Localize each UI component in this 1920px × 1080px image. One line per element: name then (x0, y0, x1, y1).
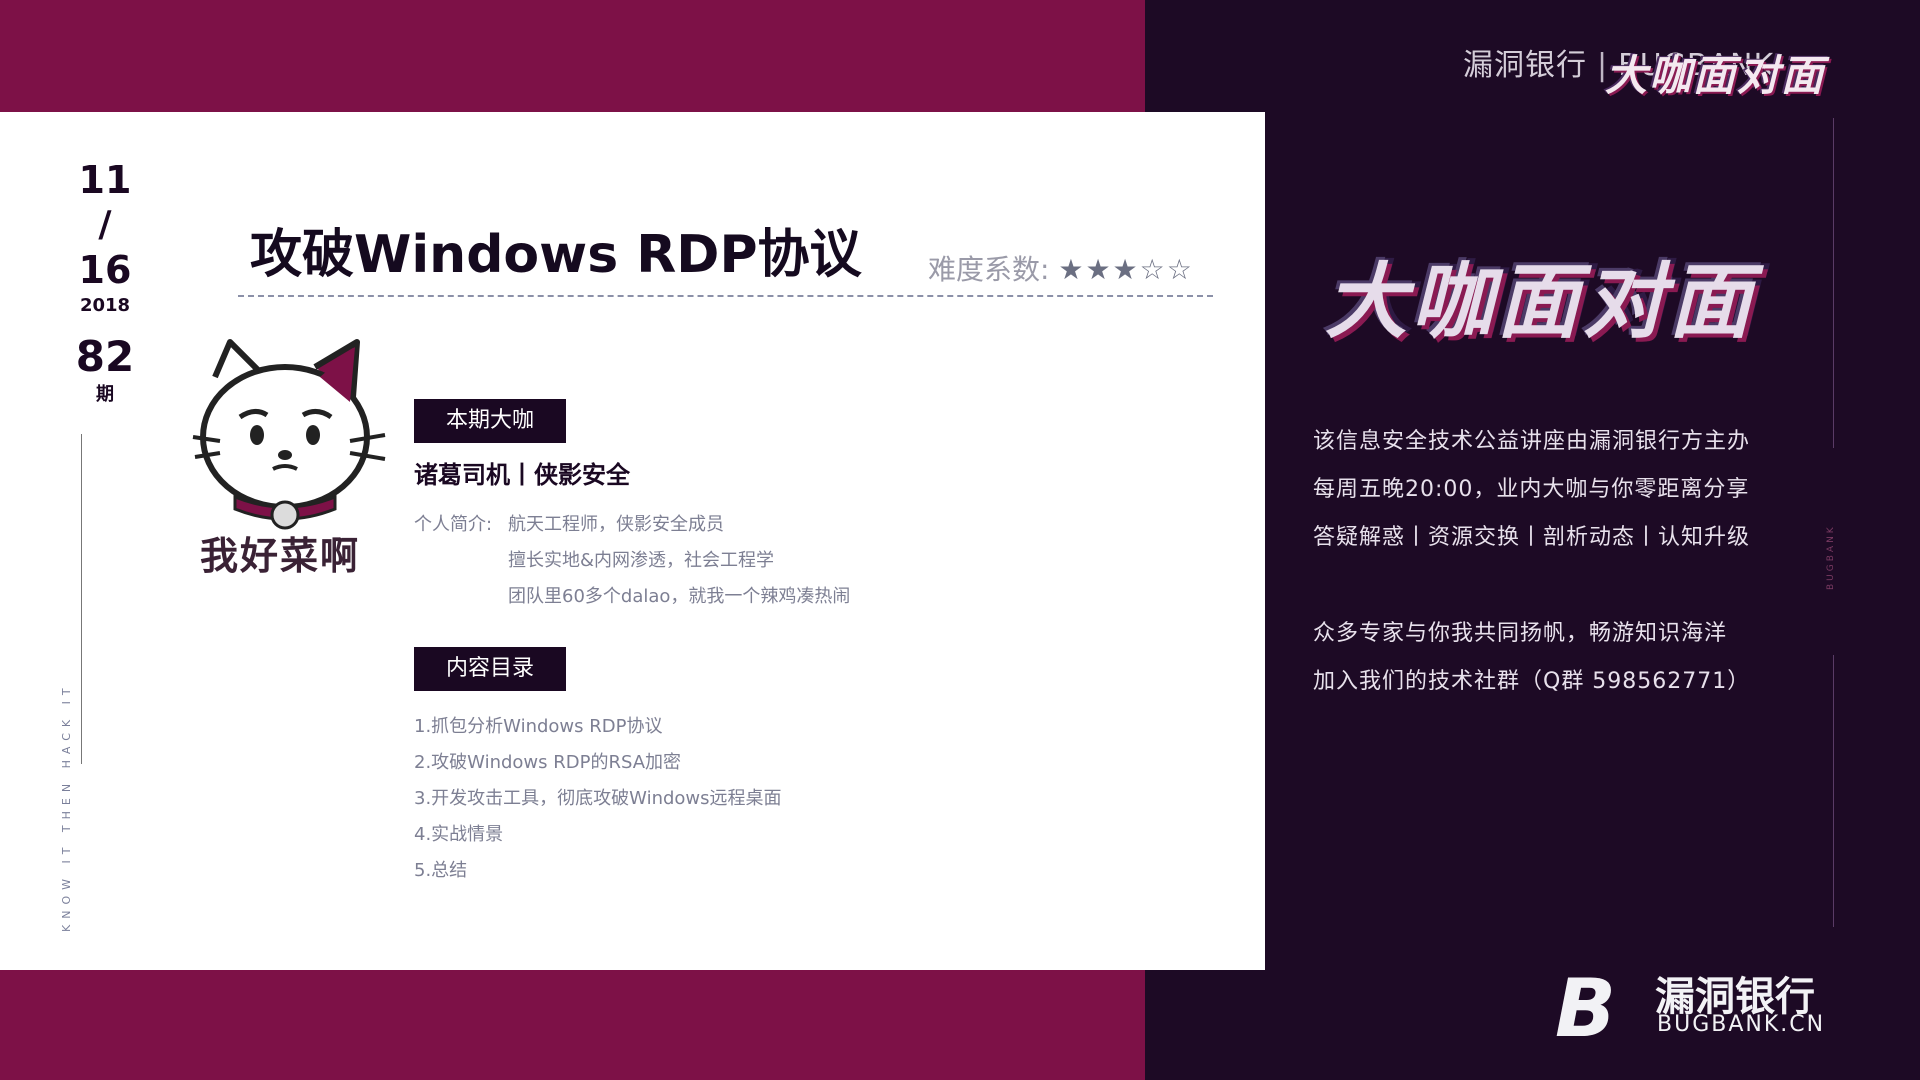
bio-row: 擅长实地&内网渗透，社会工程学 (414, 543, 850, 579)
info-line: 每周五晚20:00，业内大咖与你零距离分享 (1313, 477, 1750, 502)
toc-item: 2.攻破Windows RDP的RSA加密 (414, 752, 682, 773)
toc-item: 3.开发攻击工具，彻底攻破Windows远程桌面 (414, 788, 782, 809)
info-line: 该信息安全技术公益讲座由漏洞银行方主办 (1313, 429, 1751, 454)
guest-bio: 个人简介: 航天工程师，侠影安全成员 擅长实地&内网渗透，社会工程学 团队里60多… (414, 507, 850, 615)
issue-number: 82 (75, 332, 135, 381)
guest-name: 诸葛司机丨侠影安全 (414, 461, 630, 489)
date-month: 11 (78, 158, 132, 202)
issue-label: 期 (96, 384, 114, 405)
page-title: 攻破Windows RDP协议 (250, 225, 862, 285)
event-info: 该信息安全技术公益讲座由漏洞银行方主办 每周五晚20:00，业内大咖与你零距离分… (1313, 418, 1750, 706)
difficulty-label: 难度系数: (928, 253, 1050, 286)
guest-tag: 本期大咖 (414, 399, 566, 443)
bio-line: 团队里60多个dalao，就我一个辣鸡凑热闹 (508, 586, 851, 607)
date-slash: / (98, 204, 112, 245)
star-rating-icon: ★★★☆☆ (1058, 253, 1194, 286)
bio-row: 个人简介: 航天工程师，侠影安全成员 (414, 507, 850, 543)
toc-item: 4.实战情景 (414, 824, 504, 845)
event-logo: 大咖面对面 (1325, 255, 1755, 350)
header-brand-cn: 漏洞银行 (1463, 48, 1587, 83)
footer-logo: B 漏洞银行 BUGBANK.CN (1555, 960, 1845, 1055)
info-line: 众多专家与你我共同扬帆，畅游知识海洋 (1313, 621, 1728, 646)
date-column: 11 / 16 2018 82 期 (60, 157, 150, 406)
info-line: 答疑解惑丨资源交换丨剖析动态丨认知升级 (1313, 525, 1751, 550)
bio-label: 个人简介: (414, 514, 493, 535)
top-magenta-band (0, 0, 1145, 112)
toc-item: 5.总结 (414, 860, 468, 881)
bio-row: 团队里60多个dalao，就我一个辣鸡凑热闹 (414, 579, 850, 615)
header-event-logo: 大咖面对面 (1605, 51, 1826, 100)
difficulty-rating: 难度系数: ★★★☆☆ (928, 248, 1194, 288)
title-dashed-divider (238, 295, 1213, 297)
bio-line: 擅长实地&内网渗透，社会工程学 (508, 550, 775, 571)
toc-list: 1.抓包分析Windows RDP协议 2.攻破Windows RDP的RSA加… (414, 709, 782, 889)
slide-card: 11 / 16 2018 82 期 KNOW IT THEN HACK IT 攻… (0, 112, 1265, 970)
slogan-vertical: KNOW IT THEN HACK IT (60, 682, 73, 932)
date-year: 2018 (79, 295, 131, 316)
info-line: 加入我们的技术社群（Q群 598562771） (1313, 669, 1751, 694)
bugbank-mark-icon: B (1555, 962, 1616, 1055)
left-divider (81, 434, 82, 764)
toc-item: 1.抓包分析Windows RDP协议 (414, 716, 663, 737)
bio-line: 航天工程师，侠影安全成员 (508, 514, 724, 535)
right-divider-bottom (1833, 655, 1834, 927)
right-divider-top (1833, 118, 1834, 448)
right-vertical-brand: BUGBANK (1826, 524, 1836, 590)
toc-tag: 内容目录 (414, 647, 566, 691)
bottom-magenta-band (0, 970, 1145, 1080)
date-day: 16 (78, 248, 132, 292)
avatar-caption: 我好菜啊 (200, 534, 361, 578)
footer-logo-en: BUGBANK.CN (1657, 1012, 1826, 1037)
